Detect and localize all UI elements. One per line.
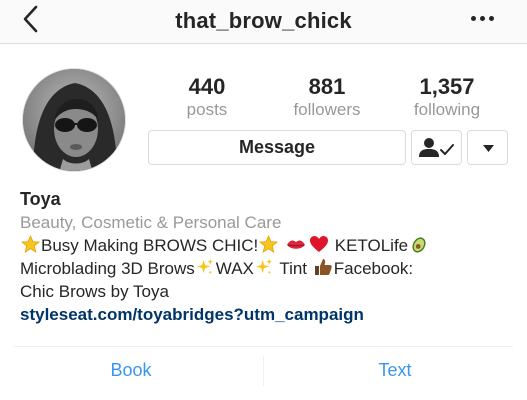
profile-username: that_brow_chick — [175, 8, 352, 33]
bio-line-2-text-d: Facebook: — [333, 259, 414, 278]
action-bar-divider — [14, 346, 513, 347]
posts-label: posts — [186, 100, 228, 119]
bio-line-1-text-a: Busy Making BROWS CHIC! — [41, 236, 259, 255]
book-button[interactable]: Book — [66, 360, 196, 381]
avatar-photo — [23, 69, 125, 171]
sparkles-emoji — [255, 258, 272, 275]
bio-line-2: Microblading 3D Brows WAX Tint Facebook: — [20, 257, 510, 280]
person-check-icon — [419, 138, 454, 157]
message-button[interactable]: Message — [148, 130, 406, 165]
profile-category: Beauty, Cosmetic & Personal Care — [20, 213, 282, 232]
following-status-button[interactable] — [411, 130, 462, 165]
profile-bio: Toya Beauty, Cosmetic & Personal Care Bu… — [20, 188, 510, 326]
ellipsis-icon — [471, 16, 476, 21]
bio-line-2-text-a: Microblading 3D Brows — [20, 259, 195, 278]
bio-line-1-text-b: KETOLife — [334, 236, 409, 255]
thumbs-up-emoji — [314, 259, 332, 275]
following-label: following — [413, 100, 481, 119]
posts-stat[interactable]: 440 posts — [162, 74, 252, 120]
bio-line-3: Chic Brows by Toya — [20, 282, 169, 301]
action-separator — [263, 356, 264, 386]
posts-count: 440 — [188, 74, 226, 99]
profile-avatar[interactable] — [22, 68, 126, 172]
red-heart-emoji — [310, 236, 328, 252]
ellipsis-dot — [489, 16, 494, 21]
caret-down-icon — [483, 145, 494, 152]
followers-stat[interactable]: 881 followers — [282, 74, 372, 120]
star-emoji — [259, 235, 279, 253]
following-stat[interactable]: 1,357 following — [402, 74, 492, 120]
sparkles-emoji — [196, 258, 213, 275]
profile-name: Toya — [20, 189, 61, 209]
text-button[interactable]: Text — [330, 360, 460, 381]
ellipsis-dot — [480, 16, 485, 21]
suggested-accounts-dropdown[interactable] — [467, 130, 508, 165]
avocado-emoji — [412, 237, 426, 253]
bio-line-2-text-b: WAX — [215, 259, 254, 278]
following-count: 1,357 — [419, 74, 475, 99]
followers-count: 881 — [308, 74, 346, 99]
bio-website-link[interactable]: styleseat.com/toyabridges?utm_campaign — [20, 303, 510, 326]
followers-label: followers — [293, 100, 361, 119]
top-nav-bar: that_brow_chick — [0, 0, 527, 44]
bio-line-2-text-c: Tint — [279, 259, 308, 278]
star-emoji — [21, 235, 40, 253]
kiss-lips-emoji — [287, 240, 305, 249]
more-options-button[interactable] — [471, 14, 499, 24]
bio-line-1: Busy Making BROWS CHIC! KETOLife — [20, 234, 510, 257]
